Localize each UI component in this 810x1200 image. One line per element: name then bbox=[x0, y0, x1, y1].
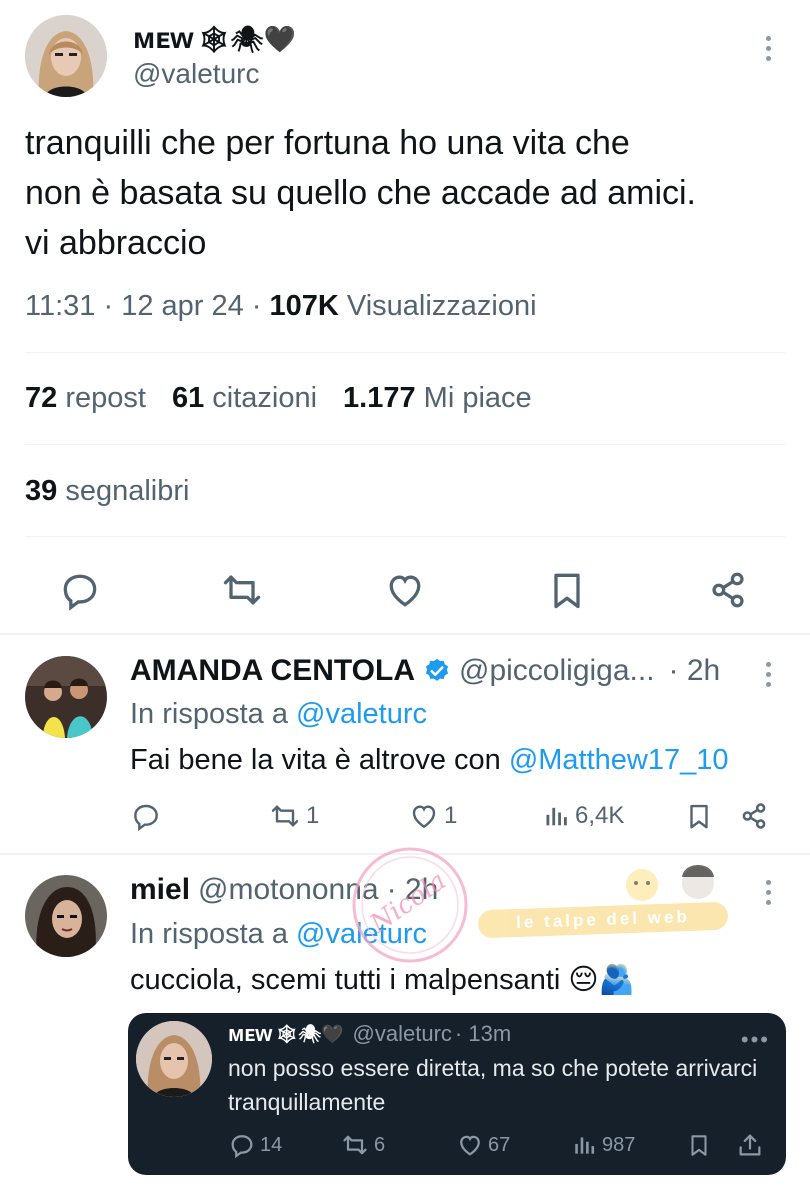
engagement-stats: 72 repost 61 citazioni 1.177 Mi piace bbox=[25, 382, 532, 415]
repost-button[interactable]: 6 bbox=[340, 1131, 385, 1159]
like-icon bbox=[412, 805, 436, 829]
views-label: Visualizzazioni bbox=[338, 290, 537, 322]
reply-author-name: miel bbox=[130, 873, 191, 906]
author-handle[interactable]: @valeturc bbox=[133, 58, 259, 90]
like-count: 1 bbox=[444, 802, 458, 829]
quoted-action-bar: 14 6 67 987 bbox=[128, 1129, 786, 1169]
quoted-author-emojis: 🕸🕷🖤 bbox=[275, 1023, 344, 1044]
repost-count: 1 bbox=[306, 802, 320, 829]
avatar[interactable] bbox=[25, 875, 107, 957]
bookmark-icon[interactable] bbox=[545, 568, 589, 612]
more-options-icon[interactable] bbox=[766, 36, 772, 66]
verified-badge-icon bbox=[425, 658, 449, 681]
views-count: 987 bbox=[602, 1133, 636, 1156]
upload-icon bbox=[739, 1134, 761, 1156]
reply-author-name: AMANDA CENTOLA bbox=[130, 654, 415, 687]
author-name-text: ᴍᴇᴡ bbox=[133, 22, 194, 55]
share-button[interactable] bbox=[738, 800, 770, 832]
divider bbox=[0, 853, 810, 855]
repost-count: 6 bbox=[374, 1133, 386, 1156]
tweet-timestamp[interactable]: 11:31 · 12 apr 24 · bbox=[25, 290, 270, 322]
like-button[interactable]: 1 bbox=[408, 800, 457, 832]
tweet-text: tranquilli che per fortuna ho una vita c… bbox=[25, 124, 697, 262]
bookmark-button[interactable] bbox=[686, 1131, 712, 1159]
author-name-emojis: 🕸🕷🖤 bbox=[197, 23, 296, 54]
quotes-stat[interactable]: 61 citazioni bbox=[172, 382, 317, 415]
views-button[interactable]: 987 bbox=[572, 1131, 635, 1159]
reply-time: · 2h bbox=[668, 654, 721, 687]
watermark-banner: le talpe del web bbox=[477, 901, 729, 939]
views-count: 6,4K bbox=[575, 802, 625, 829]
share-icon[interactable] bbox=[706, 568, 750, 612]
mention-link[interactable]: @Matthew17_10 bbox=[509, 744, 729, 776]
likes-stat[interactable]: 1.177 Mi piace bbox=[343, 382, 532, 415]
tweet-action-bar bbox=[0, 560, 810, 616]
repost-icon[interactable] bbox=[220, 568, 264, 612]
author-name[interactable]: ᴍᴇᴡ 🕸🕷🖤 bbox=[133, 22, 296, 56]
quoted-author-name: ᴍᴇᴡ bbox=[228, 1021, 273, 1046]
like-icon[interactable] bbox=[383, 568, 427, 612]
repost-icon bbox=[271, 805, 299, 827]
reply-author-handle: @piccoligiga... bbox=[459, 654, 655, 687]
views-icon bbox=[546, 807, 567, 826]
like-button[interactable]: 67 bbox=[456, 1131, 510, 1159]
more-options-icon[interactable] bbox=[766, 880, 772, 910]
bookmark-button[interactable] bbox=[684, 800, 714, 832]
views-button[interactable]: 6,4K bbox=[543, 800, 624, 832]
reply-time: · 2h bbox=[386, 873, 439, 906]
share-icon bbox=[742, 803, 766, 829]
reply-icon bbox=[134, 804, 158, 832]
bookmarks-stat[interactable]: 39 segnalibri bbox=[25, 475, 189, 508]
tweet-meta: 11:31 · 12 apr 24 · 107K Visualizzazioni bbox=[25, 290, 537, 323]
reply-author[interactable]: miel @motononna · 2h bbox=[130, 873, 438, 907]
avatar[interactable] bbox=[25, 656, 107, 738]
reply-to-mention[interactable]: @valeturc bbox=[296, 918, 427, 950]
more-options-icon[interactable] bbox=[766, 662, 772, 692]
avatar[interactable] bbox=[25, 15, 107, 97]
reply-text: cucciola, scemi tutti i malpensanti 😔🫂 bbox=[130, 964, 635, 996]
divider bbox=[0, 633, 810, 635]
reply-button[interactable]: 14 bbox=[228, 1131, 282, 1159]
reply-count: 14 bbox=[260, 1133, 283, 1156]
avatar[interactable] bbox=[136, 1021, 212, 1097]
like-count: 67 bbox=[488, 1133, 511, 1156]
reply-author-handle: @motononna bbox=[198, 873, 379, 906]
watermark-characters bbox=[626, 865, 714, 901]
quoted-author: ᴍᴇᴡ 🕸🕷🖤 @valeturc · 13m bbox=[228, 1021, 511, 1047]
quoted-text: non posso essere diretta, ma so che pote… bbox=[228, 1055, 758, 1115]
reply-context: In risposta a @valeturc bbox=[130, 918, 428, 950]
reply-icon[interactable] bbox=[58, 568, 102, 612]
divider bbox=[25, 352, 785, 353]
divider bbox=[25, 536, 785, 537]
quoted-time: · 13m bbox=[454, 1021, 512, 1046]
like-icon bbox=[460, 1135, 480, 1156]
repost-button[interactable]: 1 bbox=[268, 800, 319, 832]
views-icon bbox=[575, 1137, 595, 1154]
divider bbox=[25, 444, 785, 445]
repost-icon bbox=[343, 1135, 367, 1155]
reply-button[interactable] bbox=[130, 800, 162, 832]
reposts-stat[interactable]: 72 repost bbox=[25, 382, 146, 415]
bookmark-icon bbox=[690, 804, 708, 829]
reply-icon bbox=[231, 1135, 253, 1159]
bookmark-icon bbox=[691, 1135, 707, 1156]
quoted-author-handle: @valeturc bbox=[352, 1021, 452, 1046]
more-options-icon[interactable]: ••• bbox=[741, 1027, 770, 1053]
quoted-tweet[interactable]: ᴍᴇᴡ 🕸🕷🖤 @valeturc · 13m ••• non posso es… bbox=[128, 1013, 786, 1175]
share-button[interactable] bbox=[736, 1131, 764, 1159]
reply-author[interactable]: AMANDA CENTOLA @piccoligiga... · 2h bbox=[130, 654, 720, 688]
reply-to-mention[interactable]: @valeturc bbox=[296, 698, 427, 730]
reply-context: In risposta a @valeturc bbox=[130, 698, 428, 730]
reply-action-bar: 1 1 6,4K bbox=[0, 798, 810, 838]
reply-text: Fai bene la vita è altrove con @Matthew1… bbox=[130, 744, 729, 776]
views-count: 107K bbox=[269, 290, 339, 322]
